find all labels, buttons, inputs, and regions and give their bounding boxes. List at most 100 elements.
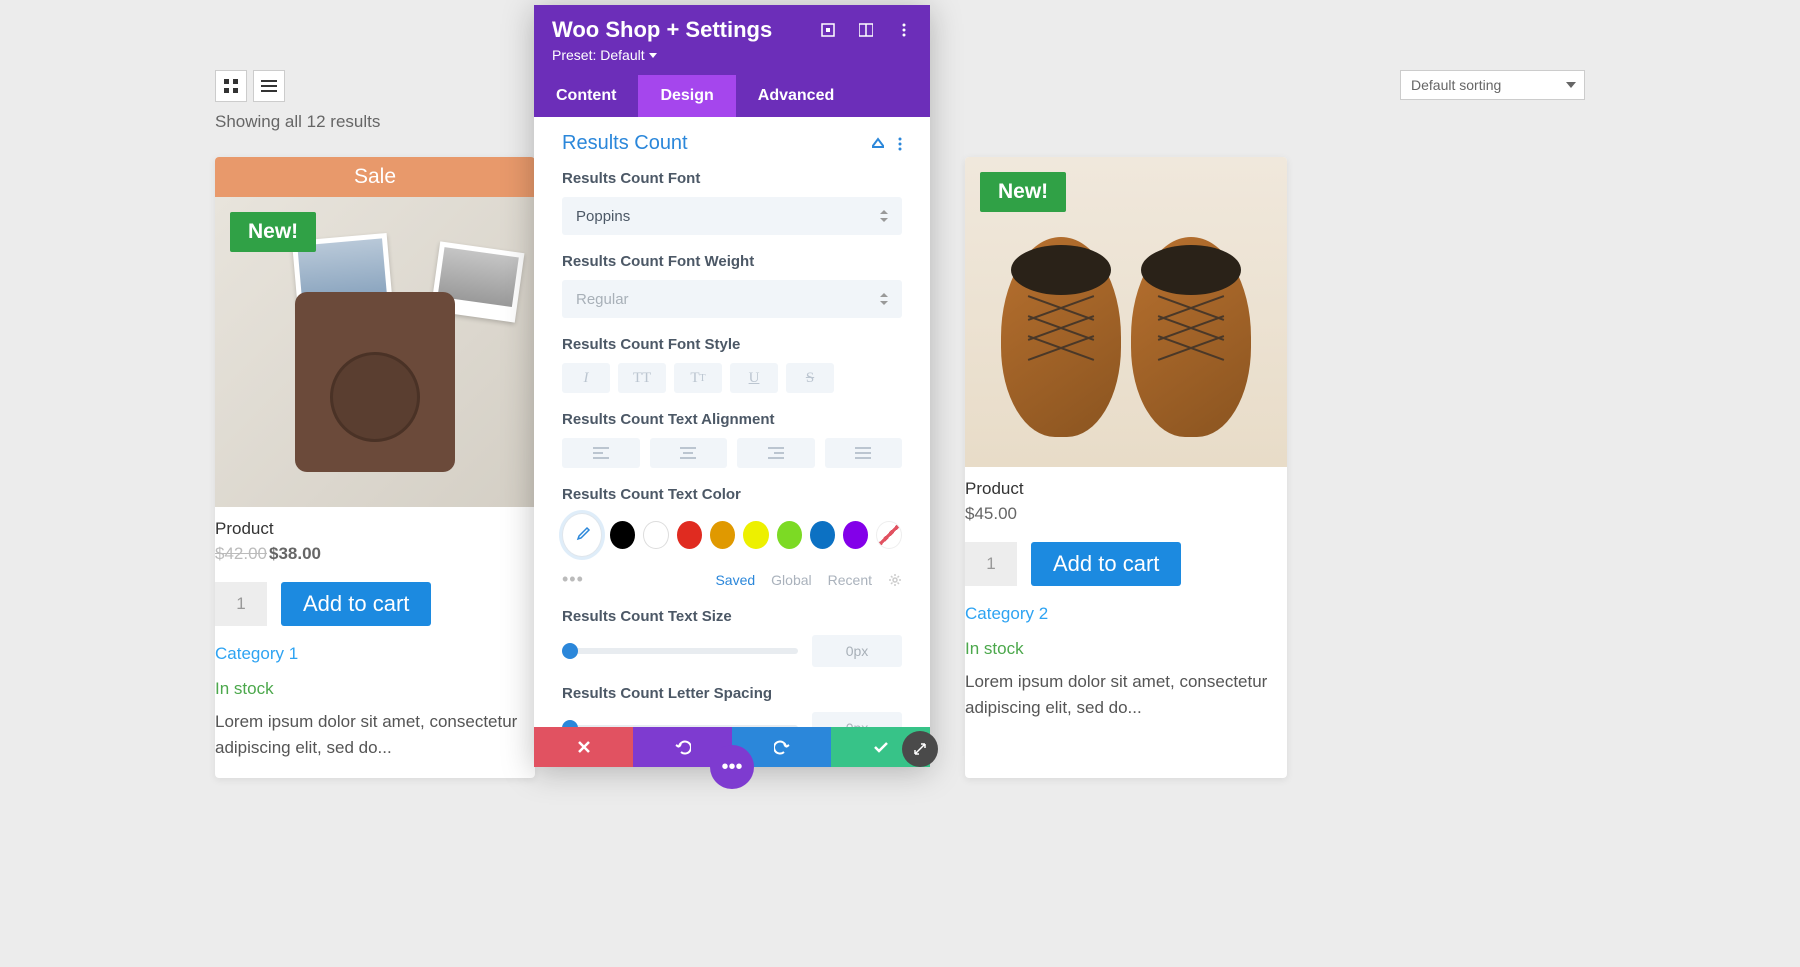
- slider-thumb[interactable]: [562, 643, 578, 659]
- tab-design[interactable]: Design: [638, 75, 735, 117]
- current-price: $45.00: [965, 504, 1017, 523]
- align-button-group: [562, 438, 902, 468]
- shop-header-left: Showing all 12 results: [215, 70, 380, 132]
- stock-status: In stock: [965, 639, 1287, 659]
- grid-icon: [224, 79, 238, 93]
- sale-badge: Sale: [215, 157, 535, 197]
- uppercase-button[interactable]: TT: [618, 363, 666, 393]
- check-icon: [873, 741, 889, 753]
- tab-advanced[interactable]: Advanced: [736, 75, 856, 117]
- weight-select[interactable]: Regular: [562, 280, 902, 318]
- align-center-button[interactable]: [650, 438, 728, 468]
- color-tab-saved[interactable]: Saved: [715, 572, 755, 588]
- align-right-button[interactable]: [737, 438, 815, 468]
- product-title: Product: [215, 519, 535, 539]
- color-swatch-red[interactable]: [677, 521, 702, 549]
- quantity-input[interactable]: [215, 582, 267, 626]
- color-swatch-black[interactable]: [610, 521, 635, 549]
- tab-content[interactable]: Content: [534, 75, 638, 117]
- new-badge: New!: [230, 212, 316, 252]
- product-price: $42.00$38.00: [215, 544, 535, 564]
- style-button-group: I TT TT U S: [562, 363, 902, 393]
- old-price: $42.00: [215, 544, 267, 563]
- size-slider-row: [562, 635, 902, 667]
- more-actions-fab[interactable]: •••: [710, 745, 754, 789]
- font-select[interactable]: Poppins: [562, 197, 902, 235]
- size-field-label: Results Count Text Size: [562, 608, 902, 625]
- italic-button[interactable]: I: [562, 363, 610, 393]
- panel-tabs: Content Design Advanced: [534, 75, 930, 117]
- color-swatch-purple[interactable]: [843, 521, 868, 549]
- chevron-up-icon[interactable]: [872, 137, 884, 149]
- product-image[interactable]: New!: [215, 197, 535, 507]
- category-link[interactable]: Category 2: [965, 604, 1287, 624]
- resize-icon: [912, 741, 928, 757]
- sort-dropdown[interactable]: Default sorting: [1400, 70, 1585, 100]
- color-picker-button[interactable]: [562, 513, 602, 557]
- color-swatch-none[interactable]: [876, 521, 902, 549]
- slider-thumb[interactable]: [562, 720, 578, 727]
- product-title: Product: [965, 479, 1287, 499]
- list-icon: [261, 79, 277, 93]
- panel-header-actions: [820, 22, 912, 38]
- align-justify-button[interactable]: [825, 438, 903, 468]
- new-badge: New!: [980, 172, 1066, 212]
- more-colors-icon[interactable]: •••: [562, 569, 584, 590]
- section-header[interactable]: Results Count: [534, 117, 930, 170]
- more-icon[interactable]: [898, 137, 902, 151]
- spacing-slider-row: [562, 712, 902, 727]
- color-swatch-green[interactable]: [777, 521, 802, 549]
- color-swatch-white[interactable]: [643, 521, 668, 549]
- preset-label: Preset: Default: [552, 47, 645, 63]
- preset-dropdown[interactable]: Preset: Default: [552, 47, 657, 63]
- resize-handle[interactable]: [902, 731, 938, 767]
- add-to-cart-button[interactable]: Add to cart: [281, 582, 431, 626]
- product-card: Sale New! Product $42.00$38.00 Add to ca…: [215, 157, 535, 778]
- cancel-button[interactable]: [534, 727, 633, 767]
- color-field-label: Results Count Text Color: [562, 486, 902, 503]
- color-tabs: Saved Global Recent: [715, 572, 902, 588]
- size-value-input[interactable]: [812, 635, 902, 667]
- grid-view-button[interactable]: [215, 70, 247, 102]
- color-tab-global[interactable]: Global: [771, 572, 811, 588]
- color-tabs-row: ••• Saved Global Recent: [562, 569, 902, 590]
- current-price: $38.00: [269, 544, 321, 563]
- underline-button[interactable]: U: [730, 363, 778, 393]
- gear-icon[interactable]: [888, 573, 902, 587]
- stock-status: In stock: [215, 679, 535, 699]
- undo-icon: [675, 739, 691, 755]
- columns-icon[interactable]: [858, 22, 874, 38]
- product-description: Lorem ipsum dolor sit amet, consectetur …: [965, 669, 1287, 720]
- panel-title: Woo Shop + Settings: [552, 17, 772, 43]
- product-image[interactable]: New!: [965, 157, 1287, 467]
- category-link[interactable]: Category 1: [215, 644, 535, 664]
- expand-icon[interactable]: [820, 22, 836, 38]
- color-swatch-orange[interactable]: [710, 521, 735, 549]
- panel-title-row: Woo Shop + Settings: [552, 17, 912, 43]
- smallcaps-button[interactable]: TT: [674, 363, 722, 393]
- view-toggle-group: [215, 70, 380, 102]
- weight-field-label: Results Count Font Weight: [562, 253, 902, 270]
- panel-body: Results Count Results Count Font Poppins…: [534, 117, 930, 727]
- color-tab-recent[interactable]: Recent: [828, 572, 872, 588]
- redo-icon: [774, 739, 790, 755]
- align-field-label: Results Count Text Alignment: [562, 411, 902, 428]
- color-swatch-yellow[interactable]: [743, 521, 768, 549]
- product-info: Product $42.00$38.00 Add to cart Categor…: [215, 507, 535, 778]
- more-icon[interactable]: [896, 22, 912, 38]
- section-content: Results Count Font Poppins Results Count…: [534, 170, 930, 727]
- product-price: $45.00: [965, 504, 1287, 524]
- product-description: Lorem ipsum dolor sit amet, consectetur …: [215, 709, 535, 760]
- strikethrough-button[interactable]: S: [786, 363, 834, 393]
- cart-row: Add to cart: [965, 542, 1287, 586]
- align-left-button[interactable]: [562, 438, 640, 468]
- quantity-input[interactable]: [965, 542, 1017, 586]
- add-to-cart-button[interactable]: Add to cart: [1031, 542, 1181, 586]
- size-slider[interactable]: [562, 648, 798, 654]
- list-view-button[interactable]: [253, 70, 285, 102]
- close-icon: [577, 740, 591, 754]
- spacing-value-input[interactable]: [812, 712, 902, 727]
- color-swatch-blue[interactable]: [810, 521, 835, 549]
- font-field-label: Results Count Font: [562, 170, 902, 187]
- eyedropper-icon: [573, 526, 591, 544]
